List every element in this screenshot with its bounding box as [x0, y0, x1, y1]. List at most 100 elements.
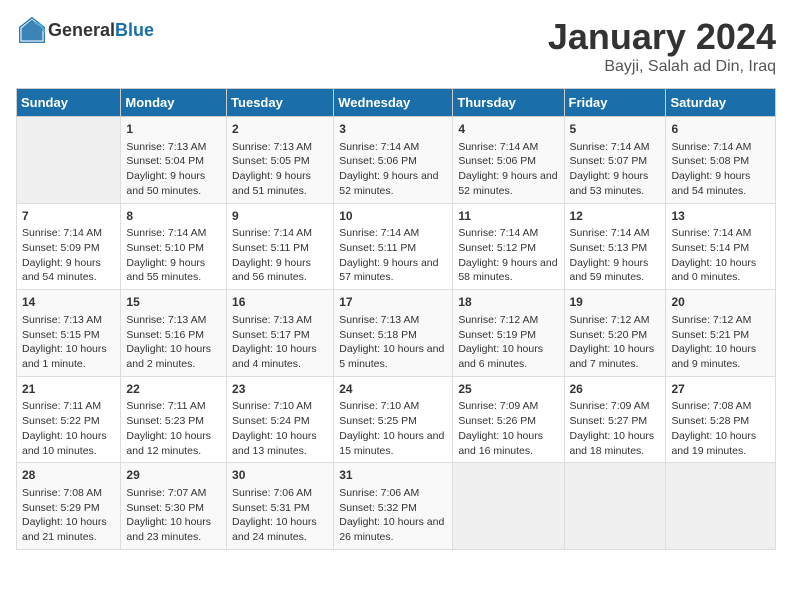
cell-sunset-info: Sunset: 5:26 PM	[458, 414, 558, 429]
cell-sun-info: Sunrise: 7:14 AM	[22, 226, 115, 241]
logo-icon	[18, 16, 46, 44]
calendar-cell: 27Sunrise: 7:08 AMSunset: 5:28 PMDayligh…	[666, 376, 776, 463]
weekday-header-row: SundayMondayTuesdayWednesdayThursdayFrid…	[17, 89, 776, 117]
cell-sunset-info: Sunset: 5:19 PM	[458, 328, 558, 343]
calendar-cell: 6Sunrise: 7:14 AMSunset: 5:08 PMDaylight…	[666, 117, 776, 204]
cell-daylight-info: Daylight: 9 hours and 55 minutes.	[126, 256, 221, 285]
cell-sunset-info: Sunset: 5:22 PM	[22, 414, 115, 429]
calendar-cell: 29Sunrise: 7:07 AMSunset: 5:30 PMDayligh…	[121, 463, 227, 550]
cell-sunset-info: Sunset: 5:25 PM	[339, 414, 447, 429]
cell-sun-info: Sunrise: 7:13 AM	[232, 313, 328, 328]
calendar-cell: 24Sunrise: 7:10 AMSunset: 5:25 PMDayligh…	[334, 376, 453, 463]
cell-daylight-info: Daylight: 10 hours and 10 minutes.	[22, 429, 115, 458]
calendar-table: SundayMondayTuesdayWednesdayThursdayFrid…	[16, 88, 776, 550]
calendar-cell: 17Sunrise: 7:13 AMSunset: 5:18 PMDayligh…	[334, 290, 453, 377]
cell-date-number: 30	[232, 467, 328, 484]
cell-sun-info: Sunrise: 7:10 AM	[232, 399, 328, 414]
cell-daylight-info: Daylight: 9 hours and 52 minutes.	[458, 169, 558, 198]
cell-sunset-info: Sunset: 5:05 PM	[232, 154, 328, 169]
calendar-cell: 1Sunrise: 7:13 AMSunset: 5:04 PMDaylight…	[121, 117, 227, 204]
cell-sunset-info: Sunset: 5:06 PM	[339, 154, 447, 169]
cell-date-number: 17	[339, 294, 447, 311]
cell-date-number: 11	[458, 208, 558, 225]
calendar-cell: 10Sunrise: 7:14 AMSunset: 5:11 PMDayligh…	[334, 203, 453, 290]
cell-sunset-info: Sunset: 5:31 PM	[232, 501, 328, 516]
cell-sun-info: Sunrise: 7:14 AM	[570, 140, 661, 155]
cell-sunset-info: Sunset: 5:11 PM	[232, 241, 328, 256]
calendar-week-row: 21Sunrise: 7:11 AMSunset: 5:22 PMDayligh…	[17, 376, 776, 463]
cell-date-number: 10	[339, 208, 447, 225]
cell-sunset-info: Sunset: 5:21 PM	[671, 328, 770, 343]
calendar-cell: 19Sunrise: 7:12 AMSunset: 5:20 PMDayligh…	[564, 290, 666, 377]
cell-date-number: 31	[339, 467, 447, 484]
cell-sunset-info: Sunset: 5:04 PM	[126, 154, 221, 169]
calendar-cell	[666, 463, 776, 550]
cell-sunset-info: Sunset: 5:18 PM	[339, 328, 447, 343]
cell-daylight-info: Daylight: 9 hours and 56 minutes.	[232, 256, 328, 285]
title-section: January 2024 Bayji, Salah ad Din, Iraq	[548, 16, 776, 76]
weekday-header-sunday: Sunday	[17, 89, 121, 117]
cell-date-number: 4	[458, 121, 558, 138]
calendar-cell: 23Sunrise: 7:10 AMSunset: 5:24 PMDayligh…	[227, 376, 334, 463]
weekday-header-friday: Friday	[564, 89, 666, 117]
cell-sunset-info: Sunset: 5:24 PM	[232, 414, 328, 429]
calendar-cell: 30Sunrise: 7:06 AMSunset: 5:31 PMDayligh…	[227, 463, 334, 550]
calendar-cell: 20Sunrise: 7:12 AMSunset: 5:21 PMDayligh…	[666, 290, 776, 377]
cell-daylight-info: Daylight: 10 hours and 19 minutes.	[671, 429, 770, 458]
calendar-cell: 12Sunrise: 7:14 AMSunset: 5:13 PMDayligh…	[564, 203, 666, 290]
cell-date-number: 29	[126, 467, 221, 484]
cell-date-number: 28	[22, 467, 115, 484]
cell-sun-info: Sunrise: 7:14 AM	[339, 140, 447, 155]
cell-date-number: 19	[570, 294, 661, 311]
calendar-cell: 9Sunrise: 7:14 AMSunset: 5:11 PMDaylight…	[227, 203, 334, 290]
calendar-cell: 22Sunrise: 7:11 AMSunset: 5:23 PMDayligh…	[121, 376, 227, 463]
cell-sun-info: Sunrise: 7:13 AM	[126, 313, 221, 328]
calendar-cell: 26Sunrise: 7:09 AMSunset: 5:27 PMDayligh…	[564, 376, 666, 463]
cell-date-number: 27	[671, 381, 770, 398]
calendar-cell	[564, 463, 666, 550]
cell-sunset-info: Sunset: 5:14 PM	[671, 241, 770, 256]
cell-daylight-info: Daylight: 9 hours and 59 minutes.	[570, 256, 661, 285]
cell-sunset-info: Sunset: 5:30 PM	[126, 501, 221, 516]
weekday-header-thursday: Thursday	[453, 89, 564, 117]
cell-sunset-info: Sunset: 5:08 PM	[671, 154, 770, 169]
weekday-header-tuesday: Tuesday	[227, 89, 334, 117]
calendar-week-row: 14Sunrise: 7:13 AMSunset: 5:15 PMDayligh…	[17, 290, 776, 377]
cell-date-number: 2	[232, 121, 328, 138]
cell-sunset-info: Sunset: 5:27 PM	[570, 414, 661, 429]
weekday-header-saturday: Saturday	[666, 89, 776, 117]
cell-date-number: 16	[232, 294, 328, 311]
cell-sunset-info: Sunset: 5:28 PM	[671, 414, 770, 429]
cell-daylight-info: Daylight: 9 hours and 54 minutes.	[22, 256, 115, 285]
calendar-cell: 5Sunrise: 7:14 AMSunset: 5:07 PMDaylight…	[564, 117, 666, 204]
cell-date-number: 6	[671, 121, 770, 138]
cell-sunset-info: Sunset: 5:20 PM	[570, 328, 661, 343]
cell-sunset-info: Sunset: 5:07 PM	[570, 154, 661, 169]
calendar-cell: 16Sunrise: 7:13 AMSunset: 5:17 PMDayligh…	[227, 290, 334, 377]
logo-text-blue: Blue	[115, 20, 154, 40]
cell-date-number: 12	[570, 208, 661, 225]
cell-date-number: 15	[126, 294, 221, 311]
calendar-cell: 21Sunrise: 7:11 AMSunset: 5:22 PMDayligh…	[17, 376, 121, 463]
cell-sun-info: Sunrise: 7:08 AM	[22, 486, 115, 501]
cell-sunset-info: Sunset: 5:23 PM	[126, 414, 221, 429]
cell-sunset-info: Sunset: 5:12 PM	[458, 241, 558, 256]
cell-sun-info: Sunrise: 7:11 AM	[126, 399, 221, 414]
cell-date-number: 18	[458, 294, 558, 311]
cell-daylight-info: Daylight: 9 hours and 51 minutes.	[232, 169, 328, 198]
cell-daylight-info: Daylight: 9 hours and 57 minutes.	[339, 256, 447, 285]
cell-date-number: 9	[232, 208, 328, 225]
cell-daylight-info: Daylight: 10 hours and 16 minutes.	[458, 429, 558, 458]
cell-daylight-info: Daylight: 10 hours and 5 minutes.	[339, 342, 447, 371]
calendar-cell: 8Sunrise: 7:14 AMSunset: 5:10 PMDaylight…	[121, 203, 227, 290]
cell-sun-info: Sunrise: 7:13 AM	[232, 140, 328, 155]
logo-text-general: General	[48, 20, 115, 40]
calendar-cell: 14Sunrise: 7:13 AMSunset: 5:15 PMDayligh…	[17, 290, 121, 377]
cell-sunset-info: Sunset: 5:32 PM	[339, 501, 447, 516]
cell-daylight-info: Daylight: 10 hours and 2 minutes.	[126, 342, 221, 371]
cell-daylight-info: Daylight: 10 hours and 12 minutes.	[126, 429, 221, 458]
month-title: January 2024	[548, 16, 776, 58]
cell-date-number: 3	[339, 121, 447, 138]
cell-date-number: 23	[232, 381, 328, 398]
cell-date-number: 26	[570, 381, 661, 398]
